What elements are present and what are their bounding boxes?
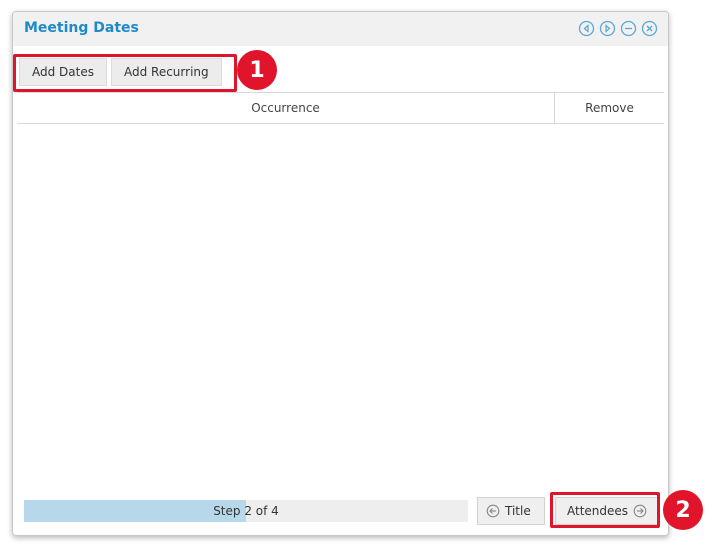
column-header-remove[interactable]: Remove: [554, 93, 664, 123]
highlight-box-next-button: [550, 492, 660, 528]
next-icon[interactable]: [599, 20, 616, 37]
callout-marker-1: 1: [237, 50, 277, 90]
dialog-title: Meeting Dates: [24, 20, 139, 36]
previous-step-button[interactable]: Title: [477, 497, 545, 525]
minimize-icon[interactable]: [620, 20, 637, 37]
close-icon[interactable]: [641, 20, 658, 37]
progress-step-label: Step 2 of 4: [213, 504, 279, 518]
previous-step-label: Title: [505, 504, 531, 518]
table-body: [17, 124, 664, 494]
window-controls: [578, 20, 658, 37]
callout-marker-2: 2: [663, 490, 703, 530]
arrow-left-icon: [486, 504, 500, 518]
previous-icon[interactable]: [578, 20, 595, 37]
column-header-occurrence[interactable]: Occurrence: [17, 93, 554, 123]
dialog-titlebar: Meeting Dates: [13, 12, 668, 46]
highlight-box-toolbar: [13, 54, 237, 92]
table-header: Occurrence Remove: [17, 92, 664, 124]
wizard-progress-bar: Step 2 of 4: [24, 500, 468, 522]
screen: Meeting Dates Add Dates Add Recurring Oc…: [0, 0, 725, 550]
